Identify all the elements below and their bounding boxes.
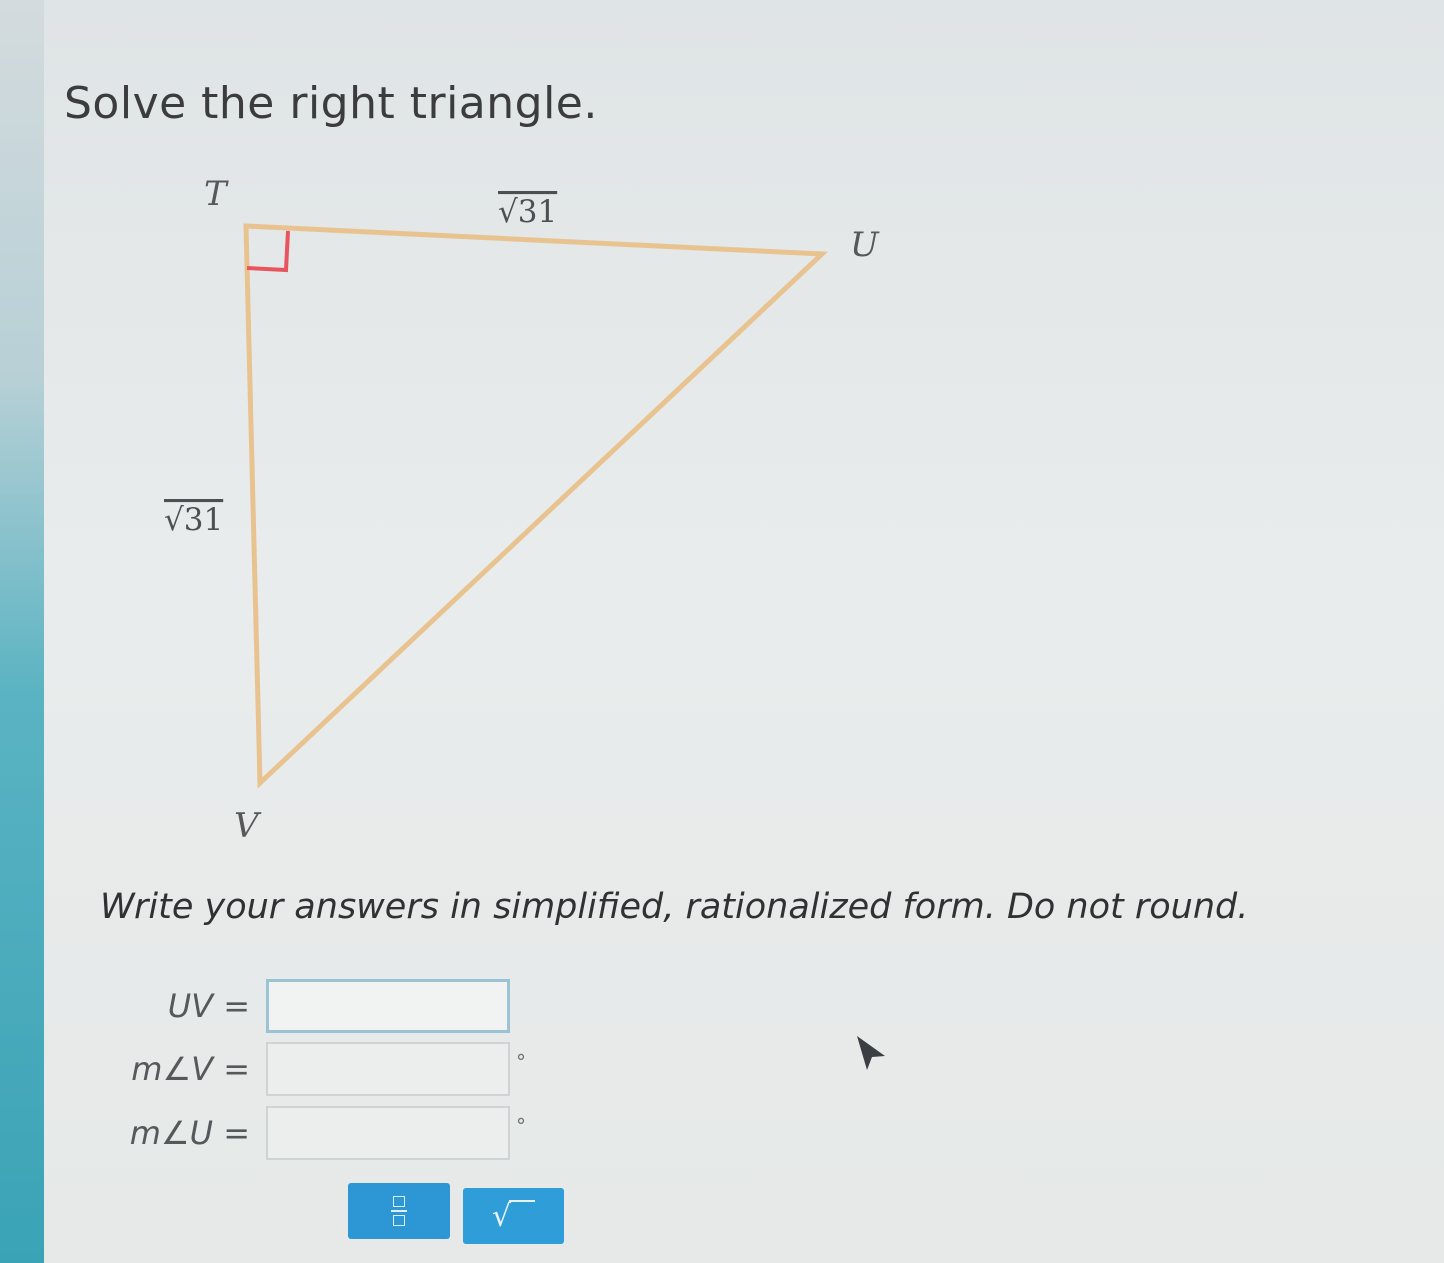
answer-label-uv: UV = — [167, 987, 250, 1025]
side-label-TV: √31 — [164, 502, 223, 538]
uv-input[interactable] — [266, 979, 510, 1033]
square-root-icon: √ — [492, 1199, 536, 1234]
radicand-box — [509, 1199, 536, 1220]
mouse-cursor-icon — [857, 1036, 885, 1070]
answer-label-angle-v: m∠V = — [131, 1050, 250, 1088]
answer-row-angle-v: m∠V = ° — [116, 1042, 526, 1096]
instructions-text: Write your answers in simplified, ration… — [100, 887, 1249, 927]
fraction-bar — [391, 1210, 407, 1212]
angle-v-degree-symbol: ° — [516, 1050, 526, 1074]
side-label-TU: √31 — [498, 194, 557, 230]
fraction-numerator-box — [393, 1196, 405, 1207]
fraction-icon — [391, 1196, 407, 1226]
vertex-label-T: T — [204, 174, 229, 214]
fraction-denominator-box — [393, 1215, 405, 1226]
angle-v-input[interactable] — [266, 1042, 510, 1096]
vertex-label-V: V — [234, 806, 262, 846]
square-root-button[interactable]: √ — [463, 1188, 564, 1244]
angle-u-degree-symbol: ° — [516, 1114, 526, 1138]
answer-row-angle-u: m∠U = ° — [116, 1106, 526, 1160]
answer-row-uv: UV = — [116, 979, 516, 1033]
answer-label-angle-u: m∠U = — [129, 1114, 250, 1152]
triangle-TUV — [243, 223, 828, 789]
angle-u-input[interactable] — [266, 1106, 510, 1160]
vertex-label-U: U — [850, 225, 880, 265]
fraction-button[interactable] — [348, 1183, 450, 1239]
right-angle-marker — [246, 230, 290, 273]
